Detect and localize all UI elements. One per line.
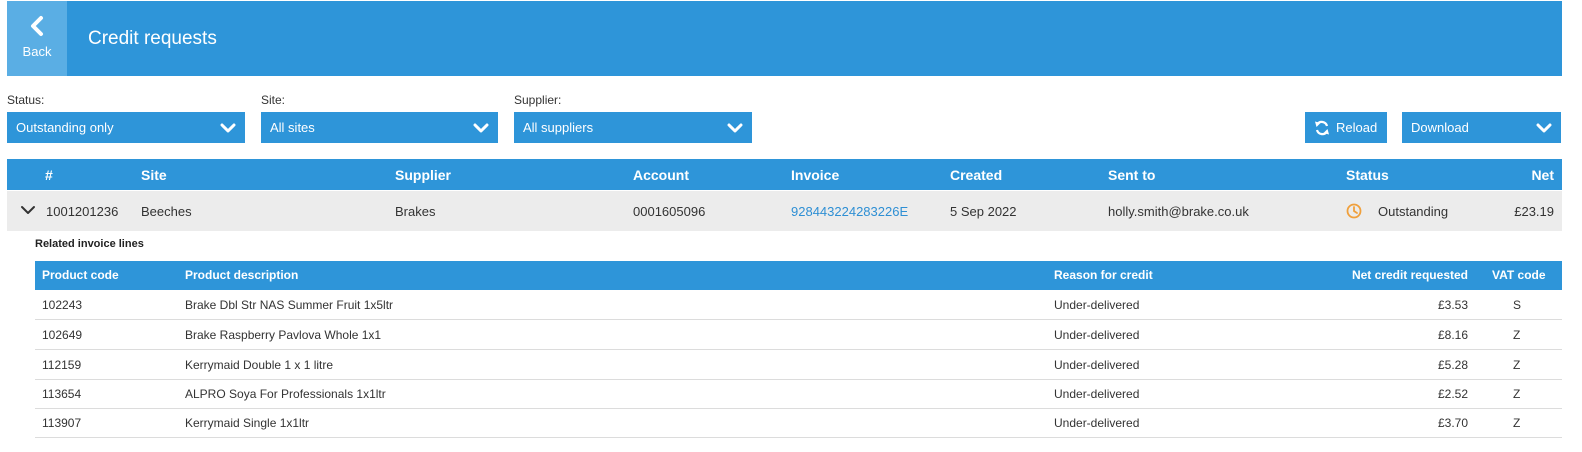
product-description: ALPRO Soya For Professionals 1x1ltr bbox=[185, 387, 386, 401]
invoice-line-row: 113907 Kerrymaid Single 1x1ltr Under-del… bbox=[35, 408, 1562, 438]
row-status: Outstanding bbox=[1378, 204, 1449, 219]
row-site: Beeches bbox=[141, 204, 192, 219]
supplier-select[interactable]: All suppliers bbox=[514, 112, 752, 143]
product-code: 102649 bbox=[42, 328, 83, 342]
product-code: 112159 bbox=[42, 358, 82, 372]
column-header-vat-code: VAT code bbox=[1492, 268, 1546, 282]
net-credit-requested: £5.28 bbox=[1437, 358, 1468, 372]
chevron-down-icon[interactable] bbox=[20, 205, 36, 215]
page-title: Credit requests bbox=[88, 28, 217, 49]
column-header-supplier[interactable]: Supplier bbox=[395, 167, 451, 183]
vat-code: Z bbox=[1513, 387, 1521, 401]
site-select[interactable]: All sites bbox=[261, 112, 498, 143]
net-credit-requested: £2.52 bbox=[1437, 387, 1468, 401]
reason-for-credit: Under-delivered bbox=[1054, 416, 1140, 430]
row-account: 0001605096 bbox=[633, 204, 706, 219]
row-number: 1001201236 bbox=[46, 204, 119, 219]
column-header-reason: Reason for credit bbox=[1054, 268, 1153, 282]
column-header-created[interactable]: Created bbox=[950, 167, 1002, 183]
status-select-value: Outstanding only bbox=[16, 120, 114, 135]
reload-label: Reload bbox=[1336, 120, 1378, 135]
supplier-filter-label: Supplier: bbox=[514, 93, 562, 107]
product-description: Kerrymaid Single 1x1ltr bbox=[185, 416, 310, 430]
product-description: Kerrymaid Double 1 x 1 litre bbox=[185, 358, 334, 372]
column-header-product-description: Product description bbox=[185, 268, 299, 282]
back-button[interactable]: Back bbox=[7, 1, 67, 76]
column-header-sent-to[interactable]: Sent to bbox=[1108, 167, 1155, 183]
row-created: 5 Sep 2022 bbox=[950, 204, 1017, 219]
chevron-down-icon bbox=[1536, 123, 1552, 133]
column-header-status[interactable]: Status bbox=[1346, 167, 1389, 183]
site-filter-label: Site: bbox=[261, 93, 286, 107]
column-header-net[interactable]: Net bbox=[1531, 167, 1554, 183]
vat-code: Z bbox=[1513, 416, 1521, 430]
chevron-left-icon bbox=[31, 16, 43, 36]
invoice-line-row: 112159 Kerrymaid Double 1 x 1 litre Unde… bbox=[35, 350, 1562, 380]
product-code: 113907 bbox=[42, 416, 82, 430]
reason-for-credit: Under-delivered bbox=[1054, 328, 1140, 342]
vat-code: Z bbox=[1513, 358, 1521, 372]
column-header-product-code: Product code bbox=[42, 268, 119, 282]
status-select[interactable]: Outstanding only bbox=[7, 112, 245, 143]
column-header-invoice[interactable]: Invoice bbox=[791, 167, 839, 183]
invoice-lines-table-header: Product code Product description Reason … bbox=[35, 261, 1562, 290]
row-sent-to: holly.smith@brake.co.uk bbox=[1108, 204, 1249, 219]
credit-requests-table-header: # Site Supplier Account Invoice Created … bbox=[7, 159, 1562, 190]
reason-for-credit: Under-delivered bbox=[1054, 387, 1140, 401]
product-description: Brake Dbl Str NAS Summer Fruit 1x5ltr bbox=[185, 298, 394, 312]
row-net: £23.19 bbox=[1514, 204, 1554, 219]
app-header: Back Credit requests bbox=[7, 1, 1562, 76]
net-credit-requested: £3.53 bbox=[1437, 298, 1468, 312]
column-header-net-credit: Net credit requested bbox=[1351, 268, 1468, 282]
column-header-account[interactable]: Account bbox=[633, 167, 689, 183]
product-code: 102243 bbox=[42, 298, 83, 312]
supplier-select-value: All suppliers bbox=[523, 120, 594, 135]
refresh-icon bbox=[1315, 120, 1329, 136]
download-select[interactable]: Download bbox=[1402, 112, 1561, 143]
product-description: Brake Raspberry Pavlova Whole 1x1 bbox=[185, 328, 382, 342]
row-supplier: Brakes bbox=[395, 204, 436, 219]
invoice-line-row: 102649 Brake Raspberry Pavlova Whole 1x1… bbox=[35, 320, 1562, 350]
reload-button[interactable]: Reload bbox=[1305, 112, 1387, 143]
chevron-down-icon bbox=[727, 123, 743, 133]
table-row[interactable]: 1001201236 Beeches Brakes 0001605096 928… bbox=[7, 191, 1562, 231]
chevron-down-icon bbox=[220, 123, 236, 133]
invoice-line-row: 113654 ALPRO Soya For Professionals 1x1l… bbox=[35, 379, 1562, 409]
reason-for-credit: Under-delivered bbox=[1054, 298, 1140, 312]
clock-icon bbox=[1346, 203, 1362, 219]
reason-for-credit: Under-delivered bbox=[1054, 358, 1140, 372]
net-credit-requested: £8.16 bbox=[1437, 328, 1468, 342]
column-header-number[interactable]: # bbox=[45, 167, 53, 183]
site-select-value: All sites bbox=[270, 120, 315, 135]
invoice-line-row: 102243 Brake Dbl Str NAS Summer Fruit 1x… bbox=[35, 290, 1562, 320]
status-filter-label: Status: bbox=[7, 93, 45, 107]
vat-code: Z bbox=[1513, 328, 1521, 342]
row-invoice-link[interactable]: 928443224283226E bbox=[791, 204, 908, 219]
column-header-site[interactable]: Site bbox=[141, 167, 167, 183]
related-invoice-lines-title: Related invoice lines bbox=[35, 238, 144, 250]
vat-code: S bbox=[1513, 298, 1522, 312]
chevron-down-icon bbox=[473, 123, 489, 133]
download-label: Download bbox=[1411, 120, 1469, 135]
net-credit-requested: £3.70 bbox=[1437, 416, 1468, 430]
back-label: Back bbox=[22, 44, 52, 59]
product-code: 113654 bbox=[42, 387, 82, 401]
